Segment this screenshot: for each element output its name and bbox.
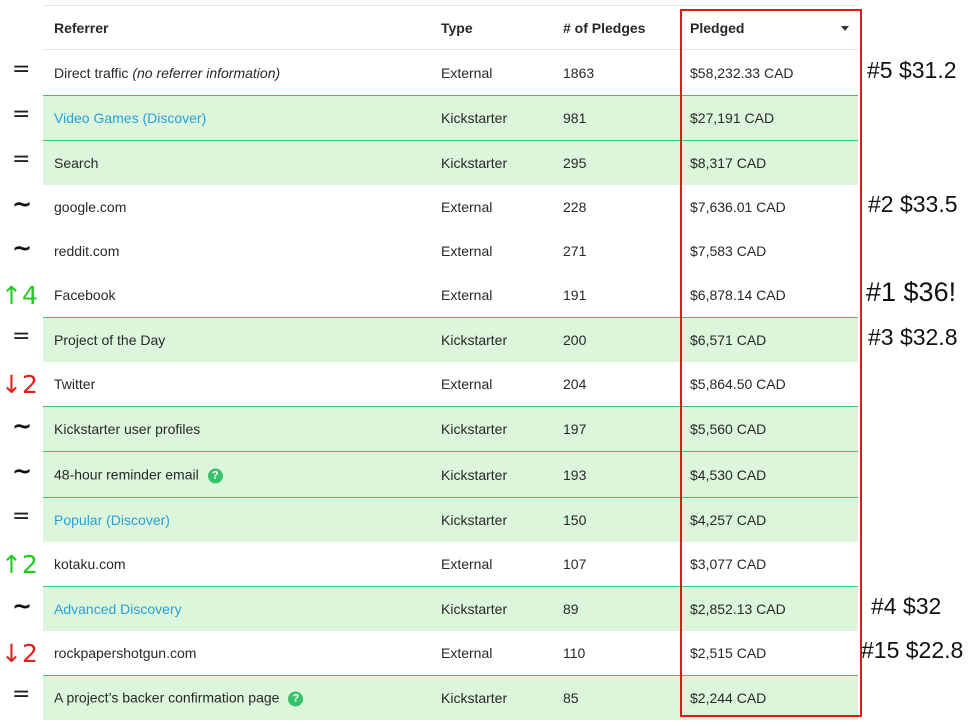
pledges-cell: 295 <box>563 155 587 171</box>
pledges-cell: 85 <box>563 690 579 706</box>
referrer-label: Project of the Day <box>54 332 166 348</box>
pledges-cell: 228 <box>563 199 587 215</box>
type-cell: Kickstarter <box>441 601 508 617</box>
pledge-rank-annotation: #1 $36! <box>866 277 957 307</box>
type-cell: Kickstarter <box>441 421 508 437</box>
referrer-link[interactable]: Advanced Discovery <box>54 601 182 617</box>
referrer-label: A project’s backer confirmation page <box>54 689 280 706</box>
type-cell: Kickstarter <box>441 466 508 483</box>
header-type[interactable]: Type <box>441 20 473 36</box>
rank-change-mark: ~ <box>12 190 33 218</box>
type-cell: External <box>441 243 493 259</box>
rank-change-mark: ↓2 <box>1 639 38 668</box>
rank-change-mark: ↓2 <box>1 370 38 399</box>
referrer-cell: kotaku.com <box>54 556 126 572</box>
type-cell: External <box>441 199 493 215</box>
referrer-cell: 48-hour reminder email? <box>54 466 223 483</box>
pledge-rank-annotation: #3 $32.8 <box>868 323 958 350</box>
type-cell: External <box>441 64 493 81</box>
referrer-label: Kickstarter user profiles <box>54 421 201 437</box>
referrer-cell[interactable]: Advanced Discovery <box>54 601 182 617</box>
question-circle-icon[interactable]: ? <box>288 691 304 707</box>
pledges-cell: 89 <box>563 601 579 617</box>
referrer-label: rockpapershotgun.com <box>54 645 197 661</box>
pledges-cell: 193 <box>563 466 587 483</box>
header-referrer[interactable]: Referrer <box>54 20 108 36</box>
referrer-link[interactable]: Video Games (Discover) <box>54 110 206 126</box>
rank-change-mark: ↑2 <box>1 550 38 579</box>
rank-change-mark: = <box>12 503 31 529</box>
referrer-cell: Kickstarter user profiles <box>54 421 200 437</box>
pledge-rank-annotation: #4 $32 <box>871 592 942 619</box>
referrer-link[interactable]: Popular (Discover) <box>54 512 170 528</box>
referrer-label: 48-hour reminder email <box>54 466 199 482</box>
rank-change-mark: ~ <box>12 457 33 485</box>
referrer-label: Direct traffic <box>54 64 129 81</box>
pledges-cell: 107 <box>563 556 587 572</box>
rank-change-mark: ~ <box>12 234 33 262</box>
pledge-rank-annotation: #5 $31.2 <box>867 56 957 83</box>
rank-change-mark: = <box>12 146 31 172</box>
referrer-label: kotaku.com <box>54 556 126 572</box>
type-cell: External <box>441 645 493 661</box>
pledges-cell: 110 <box>563 645 586 661</box>
referrer-cell[interactable]: Popular (Discover) <box>54 512 170 528</box>
referrer-cell: rockpapershotgun.com <box>54 645 196 661</box>
rank-change-mark: = <box>12 56 31 82</box>
rank-change-mark: ↑4 <box>1 281 38 310</box>
type-cell: External <box>441 287 493 303</box>
pledge-rank-annotation: #2 $33.5 <box>868 191 958 217</box>
referrer-cell: Search <box>54 155 98 171</box>
referrer-cell[interactable]: Video Games (Discover) <box>54 110 206 126</box>
question-circle-icon[interactable]: ? <box>207 468 223 483</box>
referrer-label: google.com <box>54 199 127 215</box>
referrer-label: Facebook <box>54 287 116 303</box>
type-cell: Kickstarter <box>441 332 508 348</box>
type-cell: Kickstarter <box>441 512 508 528</box>
pledged-column-highlight <box>680 9 862 717</box>
type-cell: Kickstarter <box>441 110 508 126</box>
pledge-rank-annotation: #15 $22.8 <box>861 637 964 663</box>
referrer-cell: Twitter <box>54 376 95 392</box>
referrer-cell: google.com <box>54 199 126 215</box>
rank-change-mark: = <box>12 101 31 127</box>
referrer-cell: Direct traffic (no referrer information) <box>54 65 280 81</box>
pledges-cell: 150 <box>563 512 587 528</box>
referrer-cell: reddit.com <box>54 243 119 259</box>
pledges-cell: 191 <box>563 287 587 303</box>
rank-change-mark: ~ <box>12 591 33 620</box>
header-pledges[interactable]: # of Pledges <box>563 20 645 36</box>
pledges-cell: 204 <box>563 376 587 392</box>
rank-change-mark: ~ <box>12 411 33 440</box>
referrer-label: Twitter <box>54 376 96 392</box>
pledges-cell: 271 <box>563 243 587 259</box>
pledges-cell: 1863 <box>563 64 595 81</box>
referrer-cell: A project’s backer confirmation page? <box>54 689 304 707</box>
pledges-cell: 197 <box>563 421 587 437</box>
referrer-label: reddit.com <box>54 243 120 259</box>
referrer-cell: Project of the Day <box>54 332 165 348</box>
type-cell: External <box>441 376 493 392</box>
referrer-cell: Facebook <box>54 287 115 303</box>
rank-change-mark: = <box>12 681 31 707</box>
pledges-cell: 981 <box>563 110 587 126</box>
rank-change-mark: = <box>12 323 31 349</box>
type-cell: Kickstarter <box>441 155 508 171</box>
pledges-cell: 200 <box>563 332 587 348</box>
referrer-label: Search <box>54 155 99 171</box>
type-cell: External <box>441 556 493 572</box>
referrer-note: (no referrer information) <box>132 64 281 81</box>
type-cell: Kickstarter <box>441 690 508 706</box>
